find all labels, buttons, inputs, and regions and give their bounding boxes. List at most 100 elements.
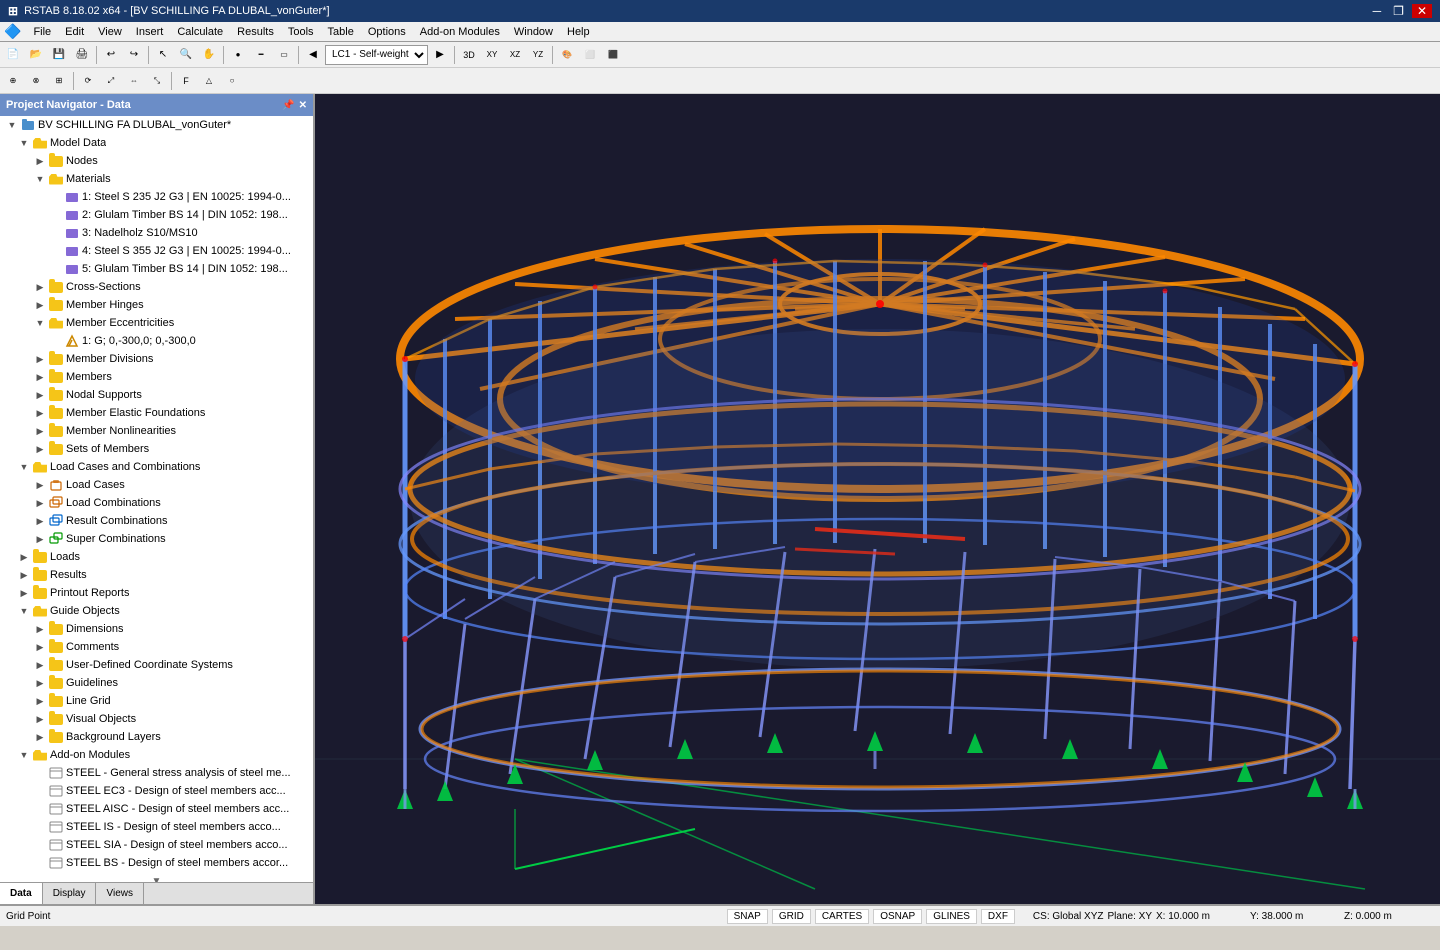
tree-mat1[interactable]: ▶ 1: Steel S 235 J2 G3 | EN 10025: 1994-… xyxy=(0,188,313,206)
tree-sets-of-members[interactable]: ▶ Sets of Members xyxy=(0,440,313,458)
tree-load-combinations[interactable]: ▶ Load Combinations xyxy=(0,494,313,512)
menu-view[interactable]: View xyxy=(92,24,128,40)
rotate-btn[interactable]: ⟳ xyxy=(77,70,99,92)
view3d-button[interactable]: 3D xyxy=(458,44,480,66)
load-case-select[interactable]: LC1 - Self-weight xyxy=(325,45,428,65)
restore-button[interactable]: ❐ xyxy=(1389,4,1408,18)
save-button[interactable]: 💾 xyxy=(48,44,70,66)
tree-user-coord[interactable]: ▶ User-Defined Coordinate Systems xyxy=(0,656,313,674)
tree-super-combinations[interactable]: ▶ Super Combinations xyxy=(0,530,313,548)
snap-grid[interactable]: ⊞ xyxy=(48,70,70,92)
menu-window[interactable]: Window xyxy=(508,24,559,40)
tree-member-nonlin[interactable]: ▶ Member Nonlinearities xyxy=(0,422,313,440)
snap-mid[interactable]: ⊗ xyxy=(25,70,47,92)
tree-printout-reports[interactable]: ▶ Printout Reports xyxy=(0,584,313,602)
tree-mat3[interactable]: ▶ 3: Nadelholz S10/MS10 xyxy=(0,224,313,242)
tree-steel-ec3[interactable]: ▶ STEEL EC3 - Design of steel members ac… xyxy=(0,782,313,800)
solid-btn[interactable]: ⬛ xyxy=(602,44,624,66)
tree-loads[interactable]: ▶ Loads xyxy=(0,548,313,566)
tree-guidelines[interactable]: ▶ Guidelines xyxy=(0,674,313,692)
open-button[interactable]: 📂 xyxy=(25,44,47,66)
tree-steel-aisc[interactable]: ▶ STEEL AISC - Design of steel members a… xyxy=(0,800,313,818)
tree-mat5[interactable]: ▶ 5: Glulam Timber BS 14 | DIN 1052: 198… xyxy=(0,260,313,278)
nodes-expander[interactable]: ▶ xyxy=(32,153,48,169)
tree-results[interactable]: ▶ Results xyxy=(0,566,313,584)
node-button[interactable]: ● xyxy=(227,44,249,66)
move-btn[interactable]: ⤢ xyxy=(100,70,122,92)
tree-ecc1[interactable]: ▶ 1: G; 0,-300,0; 0,-300,0 xyxy=(0,332,313,350)
tree-load-cases[interactable]: ▶ Load Cases xyxy=(0,476,313,494)
tree-background-layers[interactable]: ▶ Background Layers xyxy=(0,728,313,746)
surface-button[interactable]: ▭ xyxy=(273,44,295,66)
member-button[interactable]: ━ xyxy=(250,44,272,66)
tree-result-combinations[interactable]: ▶ Result Combinations xyxy=(0,512,313,530)
root-expander[interactable]: ▼ xyxy=(4,117,20,133)
mirror-btn[interactable]: ⇔ xyxy=(123,70,145,92)
titlebar-controls[interactable]: ─ ❐ ✕ xyxy=(1369,4,1432,18)
status-dxf[interactable]: DXF xyxy=(981,909,1015,924)
tree-cross-sections[interactable]: ▶ Cross-Sections xyxy=(0,278,313,296)
zoom-button[interactable]: 🔍 xyxy=(175,44,197,66)
tree-materials[interactable]: ▼ Materials xyxy=(0,170,313,188)
menu-table[interactable]: Table xyxy=(322,24,360,40)
load-case-prev[interactable]: ◀ xyxy=(302,44,324,66)
tree-steel-is[interactable]: ▶ STEEL IS - Design of steel members acc… xyxy=(0,818,313,836)
status-snap[interactable]: SNAP xyxy=(727,909,768,924)
nav-close-icon[interactable]: ✕ xyxy=(299,100,307,111)
select-button[interactable]: ↖ xyxy=(152,44,174,66)
tree-visual-objects[interactable]: ▶ Visual Objects xyxy=(0,710,313,728)
tree-members[interactable]: ▶ Members xyxy=(0,368,313,386)
menu-results[interactable]: Results xyxy=(231,24,280,40)
menu-options[interactable]: Options xyxy=(362,24,412,40)
new-button[interactable]: 📄 xyxy=(2,44,24,66)
materials-expander[interactable]: ▼ xyxy=(32,171,48,187)
tree-guide-objects[interactable]: ▼ Guide Objects xyxy=(0,602,313,620)
render-btn[interactable]: 🎨 xyxy=(556,44,578,66)
menu-calculate[interactable]: Calculate xyxy=(171,24,229,40)
menu-insert[interactable]: Insert xyxy=(130,24,170,40)
nav-tree[interactable]: ▼ BV SCHILLING FA DLUBAL_vonGuter* ▼ Mod… xyxy=(0,116,313,882)
tree-load-cases-comb[interactable]: ▼ Load Cases and Combinations xyxy=(0,458,313,476)
tree-member-eccentricities[interactable]: ▼ Member Eccentricities xyxy=(0,314,313,332)
tree-steel-sia[interactable]: ▶ STEEL SIA - Design of steel members ac… xyxy=(0,836,313,854)
close-button[interactable]: ✕ xyxy=(1412,4,1432,18)
tree-steel-bs[interactable]: ▶ STEEL BS - Design of steel members acc… xyxy=(0,854,313,872)
menu-addon[interactable]: Add-on Modules xyxy=(414,24,506,40)
view-xy-button[interactable]: XY xyxy=(481,44,503,66)
menu-help[interactable]: Help xyxy=(561,24,596,40)
tree-mat2[interactable]: ▶ 2: Glulam Timber BS 14 | DIN 1052: 198… xyxy=(0,206,313,224)
status-osnap[interactable]: OSNAP xyxy=(873,909,922,924)
tab-display[interactable]: Display xyxy=(43,883,97,904)
wire-btn[interactable]: ⬜ xyxy=(579,44,601,66)
hinges-btn[interactable]: ○ xyxy=(221,70,243,92)
tree-line-grid[interactable]: ▶ Line Grid xyxy=(0,692,313,710)
tree-member-divisions[interactable]: ▶ Member Divisions xyxy=(0,350,313,368)
supports-btn[interactable]: △ xyxy=(198,70,220,92)
tab-views[interactable]: Views xyxy=(96,883,144,904)
loads-btn[interactable]: F xyxy=(175,70,197,92)
tree-addon-modules[interactable]: ▼ Add-on Modules xyxy=(0,746,313,764)
view-yz-button[interactable]: YZ xyxy=(527,44,549,66)
nav-pin-icon[interactable]: 📌 xyxy=(282,100,294,111)
menu-edit[interactable]: Edit xyxy=(59,24,90,40)
menu-tools[interactable]: Tools xyxy=(282,24,320,40)
tree-nodes[interactable]: ▶ Nodes xyxy=(0,152,313,170)
status-cartes[interactable]: CARTES xyxy=(815,909,869,924)
print-button[interactable]: 🖨 xyxy=(71,44,93,66)
menu-file[interactable]: File xyxy=(27,24,57,40)
redo-button[interactable]: ↪ xyxy=(123,44,145,66)
minimize-button[interactable]: ─ xyxy=(1369,4,1386,18)
tree-member-elastic[interactable]: ▶ Member Elastic Foundations xyxy=(0,404,313,422)
tree-member-hinges[interactable]: ▶ Member Hinges xyxy=(0,296,313,314)
scale-btn[interactable]: ⤡ xyxy=(146,70,168,92)
tab-data[interactable]: Data xyxy=(0,883,43,904)
status-glines[interactable]: GLINES xyxy=(926,909,977,924)
undo-button[interactable]: ↩ xyxy=(100,44,122,66)
tree-root[interactable]: ▼ BV SCHILLING FA DLUBAL_vonGuter* xyxy=(0,116,313,134)
canvas-area[interactable] xyxy=(315,94,1440,904)
status-grid[interactable]: GRID xyxy=(772,909,811,924)
view-xz-button[interactable]: XZ xyxy=(504,44,526,66)
tree-model-data[interactable]: ▼ Model Data xyxy=(0,134,313,152)
tree-steel-general[interactable]: ▶ STEEL - General stress analysis of ste… xyxy=(0,764,313,782)
model-data-expander[interactable]: ▼ xyxy=(16,135,32,151)
